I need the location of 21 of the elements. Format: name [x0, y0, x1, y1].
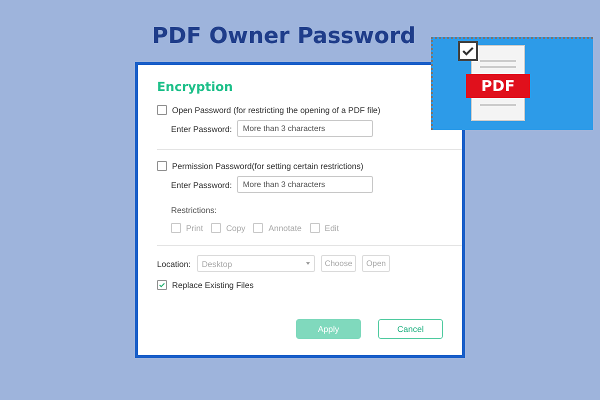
restrictions-label: Restrictions: [171, 205, 218, 215]
checkbox[interactable] [157, 161, 167, 171]
checkbox-label: Open Password (for restricting the opening of a PDF file) [172, 105, 380, 115]
checkbox[interactable] [157, 105, 167, 115]
checkbox-label: Permission Password(for setting certain restrictions) [172, 161, 364, 171]
section-title: Encryption [157, 79, 234, 96]
dropdown-caret-icon [306, 262, 310, 265]
checkbox-label: Copy [226, 223, 246, 233]
page-title: PDF Owner Password [152, 23, 417, 51]
checkbox-label: Replace Existing Files [172, 280, 254, 290]
checkbox[interactable] [157, 280, 167, 290]
field-label: Enter Password: [171, 124, 232, 134]
cancel-button[interactable]: Cancel [378, 319, 443, 339]
location-label: Location: [157, 258, 191, 268]
password-field[interactable]: More than 3 characters [236, 120, 373, 137]
pdf-label: PDF [466, 74, 530, 98]
checkbox-label: Annotate [268, 223, 302, 233]
checkbox-label: Edit [324, 223, 339, 233]
password-field[interactable]: More than 3 characters [236, 176, 373, 193]
checkbox-label: Print [186, 223, 204, 233]
field-label: Enter Password: [171, 180, 232, 190]
